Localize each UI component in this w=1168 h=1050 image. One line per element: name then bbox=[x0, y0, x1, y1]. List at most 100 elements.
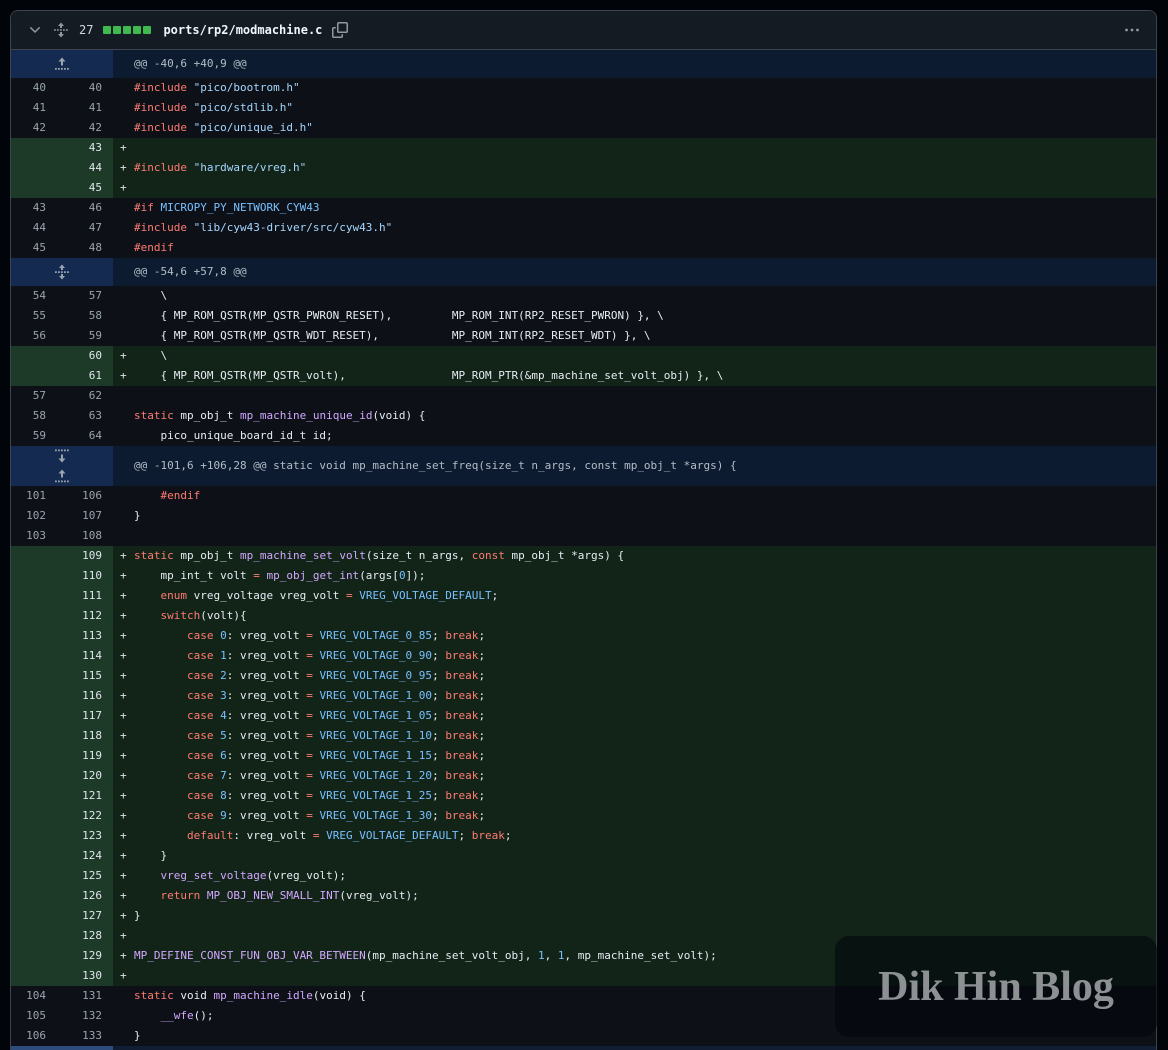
old-line-number[interactable] bbox=[11, 586, 57, 606]
old-line-number[interactable] bbox=[11, 806, 57, 826]
old-line-number[interactable] bbox=[11, 366, 57, 386]
old-line-number[interactable]: 57 bbox=[11, 386, 57, 406]
new-line-number[interactable]: 122 bbox=[57, 806, 113, 826]
new-line-number[interactable]: 109 bbox=[57, 546, 113, 566]
old-line-number[interactable] bbox=[11, 546, 57, 566]
expand-up-button[interactable] bbox=[11, 466, 113, 486]
new-line-number[interactable]: 42 bbox=[57, 118, 113, 138]
old-line-number[interactable] bbox=[11, 346, 57, 366]
collapse-file-button[interactable] bbox=[25, 20, 45, 40]
new-line-number[interactable]: 63 bbox=[57, 406, 113, 426]
old-line-number[interactable]: 44 bbox=[11, 218, 57, 238]
old-line-number[interactable] bbox=[11, 686, 57, 706]
new-line-number[interactable]: 111 bbox=[57, 586, 113, 606]
old-line-number[interactable]: 102 bbox=[11, 506, 57, 526]
new-line-number[interactable]: 60 bbox=[57, 346, 113, 366]
new-line-number[interactable]: 132 bbox=[57, 1006, 113, 1026]
old-line-number[interactable]: 58 bbox=[11, 406, 57, 426]
old-line-number[interactable]: 40 bbox=[11, 78, 57, 98]
old-line-number[interactable] bbox=[11, 606, 57, 626]
new-line-number[interactable]: 123 bbox=[57, 826, 113, 846]
copy-path-button[interactable] bbox=[330, 20, 350, 40]
old-line-number[interactable] bbox=[11, 826, 57, 846]
new-line-number[interactable]: 61 bbox=[57, 366, 113, 386]
new-line-number[interactable]: 127 bbox=[57, 906, 113, 926]
new-line-number[interactable]: 116 bbox=[57, 686, 113, 706]
new-line-number[interactable]: 106 bbox=[57, 486, 113, 506]
file-name-link[interactable]: ports/rp2/modmachine.c bbox=[163, 23, 322, 37]
new-line-number[interactable]: 113 bbox=[57, 626, 113, 646]
expand-up-button[interactable] bbox=[11, 1046, 113, 1050]
new-line-number[interactable]: 129 bbox=[57, 946, 113, 966]
new-line-number[interactable]: 108 bbox=[57, 526, 113, 546]
new-line-number[interactable]: 107 bbox=[57, 506, 113, 526]
old-line-number[interactable]: 43 bbox=[11, 198, 57, 218]
new-line-number[interactable]: 41 bbox=[57, 98, 113, 118]
expand-down-button[interactable] bbox=[11, 446, 113, 466]
old-line-number[interactable] bbox=[11, 646, 57, 666]
old-line-number[interactable] bbox=[11, 666, 57, 686]
old-line-number[interactable]: 59 bbox=[11, 426, 57, 446]
old-line-number[interactable]: 104 bbox=[11, 986, 57, 1006]
new-line-number[interactable]: 120 bbox=[57, 766, 113, 786]
new-line-number[interactable]: 57 bbox=[57, 286, 113, 306]
new-line-number[interactable]: 110 bbox=[57, 566, 113, 586]
new-line-number[interactable]: 125 bbox=[57, 866, 113, 886]
new-line-number[interactable]: 62 bbox=[57, 386, 113, 406]
new-line-number[interactable]: 112 bbox=[57, 606, 113, 626]
new-line-number[interactable]: 119 bbox=[57, 746, 113, 766]
old-line-number[interactable] bbox=[11, 138, 57, 158]
new-line-number[interactable]: 43 bbox=[57, 138, 113, 158]
new-line-number[interactable]: 114 bbox=[57, 646, 113, 666]
old-line-number[interactable]: 106 bbox=[11, 1026, 57, 1046]
old-line-number[interactable] bbox=[11, 158, 57, 178]
old-line-number[interactable] bbox=[11, 846, 57, 866]
old-line-number[interactable]: 103 bbox=[11, 526, 57, 546]
old-line-number[interactable]: 101 bbox=[11, 486, 57, 506]
old-line-number[interactable] bbox=[11, 966, 57, 986]
old-line-number[interactable]: 54 bbox=[11, 286, 57, 306]
old-line-number[interactable]: 105 bbox=[11, 1006, 57, 1026]
old-line-number[interactable]: 56 bbox=[11, 326, 57, 346]
new-line-number[interactable]: 124 bbox=[57, 846, 113, 866]
old-line-number[interactable] bbox=[11, 706, 57, 726]
old-line-number[interactable] bbox=[11, 726, 57, 746]
new-line-number[interactable]: 59 bbox=[57, 326, 113, 346]
new-line-number[interactable]: 45 bbox=[57, 178, 113, 198]
old-line-number[interactable] bbox=[11, 926, 57, 946]
expand-up-button[interactable] bbox=[11, 50, 113, 78]
old-line-number[interactable]: 45 bbox=[11, 238, 57, 258]
new-line-number[interactable]: 64 bbox=[57, 426, 113, 446]
old-line-number[interactable] bbox=[11, 766, 57, 786]
old-line-number[interactable] bbox=[11, 886, 57, 906]
old-line-number[interactable] bbox=[11, 866, 57, 886]
new-line-number[interactable]: 131 bbox=[57, 986, 113, 1006]
new-line-number[interactable]: 40 bbox=[57, 78, 113, 98]
new-line-number[interactable]: 48 bbox=[57, 238, 113, 258]
old-line-number[interactable]: 55 bbox=[11, 306, 57, 326]
old-line-number[interactable] bbox=[11, 626, 57, 646]
old-line-number[interactable] bbox=[11, 946, 57, 966]
new-line-number[interactable]: 46 bbox=[57, 198, 113, 218]
old-line-number[interactable]: 41 bbox=[11, 98, 57, 118]
new-line-number[interactable]: 133 bbox=[57, 1026, 113, 1046]
old-line-number[interactable] bbox=[11, 178, 57, 198]
new-line-number[interactable]: 47 bbox=[57, 218, 113, 238]
new-line-number[interactable]: 121 bbox=[57, 786, 113, 806]
old-line-number[interactable] bbox=[11, 906, 57, 926]
old-line-number[interactable] bbox=[11, 746, 57, 766]
old-line-number[interactable] bbox=[11, 786, 57, 806]
old-line-number[interactable] bbox=[11, 566, 57, 586]
drag-grabber-icon[interactable] bbox=[53, 22, 69, 38]
new-line-number[interactable]: 118 bbox=[57, 726, 113, 746]
new-line-number[interactable]: 128 bbox=[57, 926, 113, 946]
new-line-number[interactable]: 115 bbox=[57, 666, 113, 686]
new-line-number[interactable]: 58 bbox=[57, 306, 113, 326]
old-line-number[interactable]: 42 bbox=[11, 118, 57, 138]
new-line-number[interactable]: 44 bbox=[57, 158, 113, 178]
expand-all-button[interactable] bbox=[11, 258, 113, 286]
new-line-number[interactable]: 117 bbox=[57, 706, 113, 726]
new-line-number[interactable]: 126 bbox=[57, 886, 113, 906]
new-line-number[interactable]: 130 bbox=[57, 966, 113, 986]
file-options-button[interactable] bbox=[1122, 20, 1142, 40]
